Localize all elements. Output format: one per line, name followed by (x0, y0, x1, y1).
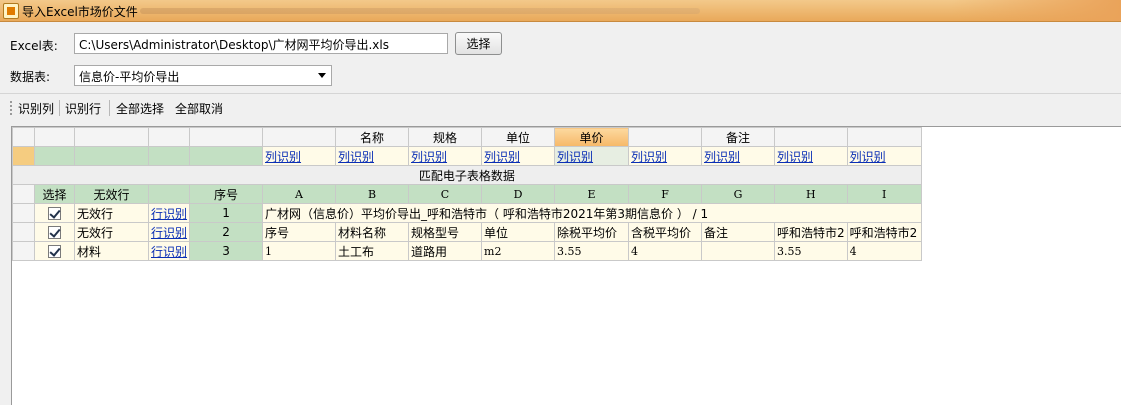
data-grid: 名称 规格 单位 单价 备注 列识别 列识别 列识别 列识别 列识别 列识别 列… (12, 127, 922, 261)
identify-column-button[interactable]: 识别列 (18, 100, 54, 117)
table-cell: 4 (628, 241, 703, 261)
row-number: 1 (189, 203, 264, 223)
column-letter-c: C (408, 184, 483, 204)
column-letter-i: I (846, 184, 922, 204)
field-header[interactable] (846, 127, 922, 147)
table-row: 材料 行识别 3 1 土工布 道路用 m2 3.55 4 3.55 4 (12, 241, 922, 261)
field-header-spec[interactable]: 规格 (408, 127, 483, 147)
row-type: 材料 (74, 241, 149, 261)
row-number: 3 (189, 241, 264, 261)
select-column-header: 选择 (34, 184, 75, 204)
row-identify-link[interactable]: 行识别 (151, 245, 187, 259)
section-header-row: 匹配电子表格数据 (12, 165, 922, 185)
select-all-button[interactable]: 全部选择 (116, 100, 164, 117)
column-identify-link[interactable]: 列识别 (265, 150, 301, 164)
table-cell: 4 (846, 241, 922, 261)
field-header-unit[interactable]: 单位 (481, 127, 556, 147)
field-header-remark[interactable]: 备注 (701, 127, 776, 147)
column-letter-e: E (554, 184, 630, 204)
field-header[interactable] (774, 127, 848, 147)
table-cell: 土工布 (335, 241, 410, 261)
datasheet-label: 数据表: (10, 70, 51, 84)
table-cell: 材料名称 (335, 222, 410, 242)
column-letter-a: A (262, 184, 337, 204)
deselect-all-button[interactable]: 全部取消 (175, 100, 223, 117)
row-select-checkbox[interactable] (48, 226, 61, 239)
table-cell: 含税平均价 (628, 222, 703, 242)
table-cell (701, 241, 776, 261)
column-identify-link[interactable]: 列识别 (338, 150, 374, 164)
toolbar: 识别列 识别行 全部选择 全部取消 (0, 96, 1121, 120)
column-identify-link[interactable]: 列识别 (777, 150, 813, 164)
column-identify-link[interactable]: 列识别 (411, 150, 447, 164)
row-type: 无效行 (74, 222, 149, 242)
identify-row-button[interactable]: 识别行 (65, 100, 101, 117)
field-header-name[interactable]: 名称 (335, 127, 410, 147)
field-header[interactable] (628, 127, 703, 147)
table-cell: 序号 (262, 222, 337, 242)
section-title: 匹配电子表格数据 (12, 165, 922, 185)
app-icon (3, 3, 19, 19)
column-header-row: 选择 无效行 序号 A B C D E F G H I (12, 184, 922, 204)
table-cell: 单位 (481, 222, 556, 242)
field-header-price[interactable]: 单价 (554, 127, 630, 147)
table-cell: 3.55 (554, 241, 630, 261)
toolbar-grip[interactable] (10, 101, 12, 115)
column-letter-h: H (774, 184, 848, 204)
row-type: 无效行 (74, 203, 149, 223)
row-identify-link[interactable]: 行识别 (151, 207, 187, 221)
table-cell: 除税平均价 (554, 222, 630, 242)
row-select-checkbox[interactable] (48, 245, 61, 258)
window-title: 导入Excel市场价文件 (22, 5, 138, 19)
table-cell: 1 (262, 241, 337, 261)
column-identify-link[interactable]: 列识别 (557, 150, 593, 164)
column-identify-link[interactable]: 列识别 (484, 150, 520, 164)
table-cell: 3.55 (774, 241, 848, 261)
excel-path-input[interactable]: C:\Users\Administrator\Desktop\广材网平均价导出.… (74, 33, 448, 54)
column-identify-link[interactable]: 列识别 (631, 150, 667, 164)
invalid-column-header: 无效行 (74, 184, 149, 204)
field-header[interactable] (262, 127, 337, 147)
chevron-down-icon[interactable] (318, 73, 326, 78)
table-row: 无效行 行识别 2 序号 材料名称 规格型号 单位 除税平均价 含税平均价 备注… (12, 222, 922, 242)
table-cell: 道路用 (408, 241, 483, 261)
table-cell: 备注 (701, 222, 776, 242)
column-identify-link[interactable]: 列识别 (850, 150, 886, 164)
row-number: 2 (189, 222, 264, 242)
browse-button[interactable]: 选择 (455, 32, 502, 55)
blurred-title-region (140, 8, 700, 14)
table-cell: 呼和浩特市2 (846, 222, 922, 242)
table-cell: 呼和浩特市2 (774, 222, 848, 242)
title-bar: 导入Excel市场价文件 (0, 0, 1121, 22)
datasheet-select[interactable]: 信息价-平均价导出 (74, 65, 332, 86)
column-letter-b: B (335, 184, 410, 204)
column-identify-row: 列识别 列识别 列识别 列识别 列识别 列识别 列识别 列识别 列识别 (12, 146, 922, 166)
table-cell: 广材网（信息价）平均价导出_呼和浩特市（ 呼和浩特市2021年第3期信息价 ） … (262, 203, 922, 223)
datasheet-select-value: 信息价-平均价导出 (79, 70, 180, 84)
column-letter-f: F (628, 184, 703, 204)
row-identify-link[interactable]: 行识别 (151, 226, 187, 240)
table-row: 无效行 行识别 1 广材网（信息价）平均价导出_呼和浩特市（ 呼和浩特市2021… (12, 203, 922, 223)
excel-file-label: Excel表: (10, 39, 58, 53)
column-letter-d: D (481, 184, 556, 204)
row-select-checkbox[interactable] (48, 207, 61, 220)
column-letter-g: G (701, 184, 776, 204)
table-cell: 规格型号 (408, 222, 483, 242)
column-identify-link[interactable]: 列识别 (704, 150, 740, 164)
serial-column-header: 序号 (189, 184, 264, 204)
table-cell: m2 (481, 241, 556, 261)
field-header-row: 名称 规格 单位 单价 备注 (12, 127, 922, 147)
